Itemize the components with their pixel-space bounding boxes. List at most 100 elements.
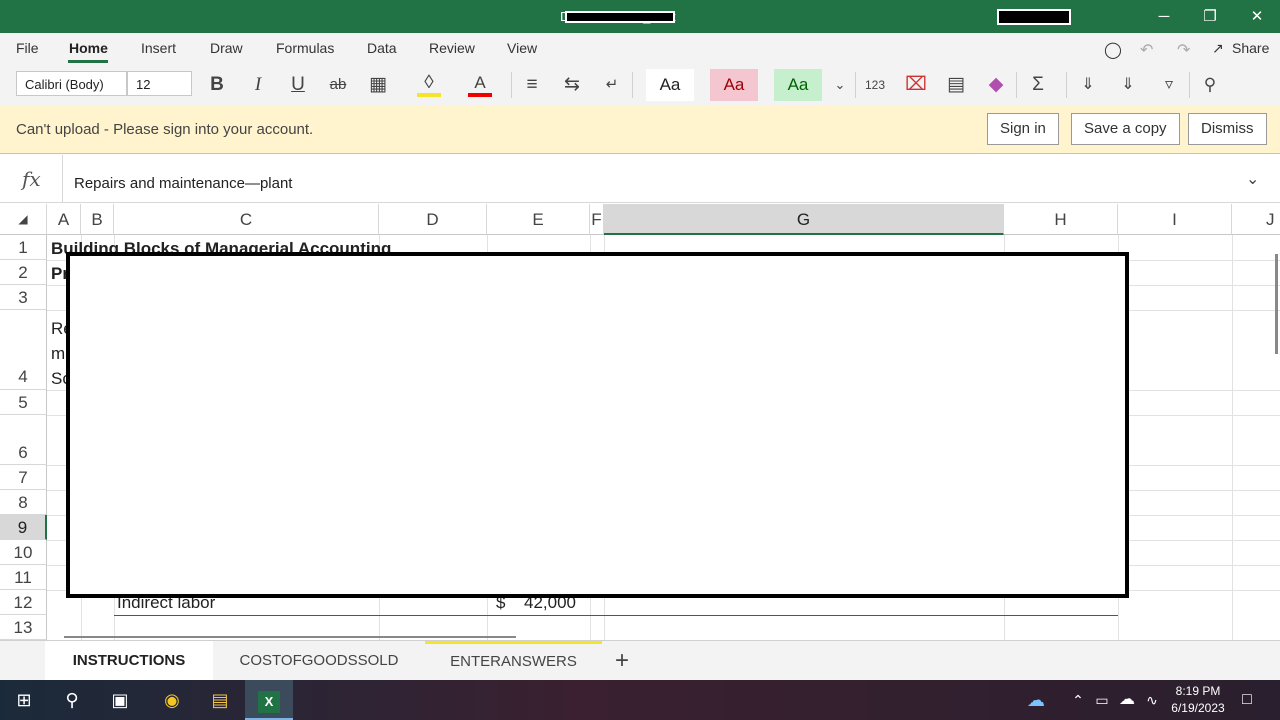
horizontal-scrollbar-thumb[interactable] — [64, 636, 516, 638]
notification-banner: Can't upload - Please sign into your acc… — [0, 105, 1280, 154]
column-header-c[interactable]: C — [114, 204, 379, 235]
align-icon[interactable]: ≡ — [520, 71, 544, 99]
style-good[interactable]: Aa — [774, 69, 822, 101]
merge-icon[interactable]: ⇆ — [560, 71, 584, 99]
battery-icon[interactable]: ▭ — [1092, 680, 1112, 720]
column-header-a[interactable]: A — [47, 204, 81, 235]
column-header-j[interactable]: J — [1232, 204, 1280, 235]
sheet-tab-instructions[interactable]: INSTRUCTIONS — [45, 641, 213, 681]
row-header-5[interactable]: 5 — [0, 390, 47, 415]
row-header-12[interactable]: 12 — [0, 590, 47, 615]
search-icon[interactable]: ⚲ — [54, 680, 90, 720]
task-view-icon[interactable]: ▣ — [102, 680, 138, 720]
font-size-select[interactable]: 12 — [127, 71, 192, 96]
wrap-text-icon[interactable]: ↵ — [600, 71, 624, 99]
cell-a4-line2[interactable]: m — [51, 344, 65, 364]
underline-button[interactable]: U — [286, 71, 310, 99]
column-header-d[interactable]: D — [379, 204, 487, 235]
share-button[interactable]: Share — [1232, 40, 1269, 56]
redaction-box — [66, 252, 1129, 598]
menu-draw[interactable]: Draw — [210, 40, 243, 56]
column-header-e[interactable]: E — [487, 204, 590, 235]
sort-ascending-icon[interactable]: ⇓ — [1076, 71, 1100, 99]
column-header-b[interactable]: B — [81, 204, 114, 235]
onedrive-icon[interactable]: ☁ — [1116, 680, 1138, 720]
windows-start-icon[interactable]: ⊞ — [6, 680, 42, 720]
row-header-4[interactable]: 4 — [0, 310, 47, 390]
menu-file[interactable]: File — [16, 40, 39, 56]
autosum-icon[interactable]: Σ — [1026, 71, 1050, 99]
clock-date: 6/19/2023 — [1171, 701, 1225, 715]
ribbon-separator — [632, 72, 633, 98]
column-header-g[interactable]: G — [604, 204, 1004, 235]
font-name-select[interactable]: Calibri (Body) — [16, 71, 127, 96]
chrome-icon[interactable]: ◉ — [152, 680, 192, 720]
sort-descending-icon[interactable]: ⇓ — [1116, 71, 1140, 99]
sheet-tab-enteranswers[interactable]: ENTERANSWERS — [425, 641, 602, 681]
number-format-icon[interactable]: 123 — [863, 71, 887, 99]
redo-icon[interactable]: ↷ — [1177, 40, 1190, 60]
italic-button[interactable]: I — [246, 71, 270, 99]
close-button[interactable]: ✕ — [1237, 4, 1277, 30]
excel-icon[interactable]: X — [245, 680, 293, 720]
menu-formulas[interactable]: Formulas — [276, 40, 334, 56]
lightbulb-icon[interactable]: ◯ — [1104, 40, 1122, 60]
row-header-10[interactable]: 10 — [0, 540, 47, 565]
minimize-button[interactable]: ─ — [1144, 4, 1184, 30]
borders-icon[interactable]: ▦ — [366, 71, 390, 99]
ribbon-separator — [1189, 72, 1190, 98]
wifi-icon[interactable]: ∿ — [1142, 680, 1162, 720]
tray-chevron-icon[interactable]: ⌃ — [1068, 680, 1088, 720]
ribbon-separator — [1016, 72, 1017, 98]
save-copy-button[interactable]: Save a copy — [1071, 113, 1180, 145]
menu-home[interactable]: Home — [69, 40, 108, 56]
row-header-3[interactable]: 3 — [0, 285, 47, 310]
formula-input[interactable]: Repairs and maintenance—plant — [74, 175, 292, 192]
file-explorer-icon[interactable]: ▤ — [200, 680, 240, 720]
find-icon[interactable]: ⚲ — [1198, 71, 1222, 99]
column-header-f[interactable]: F — [590, 204, 604, 235]
bold-button[interactable]: B — [205, 71, 229, 99]
add-sheet-button[interactable]: + — [606, 641, 638, 681]
clear-icon[interactable]: ◆ — [984, 71, 1008, 99]
vertical-scrollbar-thumb[interactable] — [1275, 254, 1278, 354]
weather-icon[interactable]: ☁ — [1020, 680, 1052, 720]
style-normal[interactable]: Aa — [646, 69, 694, 101]
font-color-icon[interactable]: A — [468, 71, 492, 97]
menu-review[interactable]: Review — [429, 40, 475, 56]
style-bad[interactable]: Aa — [710, 69, 758, 101]
sheet-tab-costofgoodssold[interactable]: COSTOFGOODSSOLD — [213, 641, 425, 681]
row-header-9[interactable]: 9 — [0, 515, 47, 540]
select-all-corner[interactable]: ◢ — [0, 204, 47, 235]
menu-insert[interactable]: Insert — [141, 40, 176, 56]
formula-bar: fx Repairs and maintenance—plant ⌄ — [0, 155, 1280, 203]
row-header-7[interactable]: 7 — [0, 465, 47, 490]
column-header-i[interactable]: I — [1118, 204, 1232, 235]
menu-data[interactable]: Data — [367, 40, 397, 56]
fill-color-icon[interactable]: ◊ — [417, 71, 441, 97]
styles-more-chevron-icon[interactable]: ⌄ — [830, 71, 850, 99]
expand-chevron-icon[interactable]: ⌄ — [1246, 169, 1259, 189]
restore-button[interactable]: ❐ — [1190, 4, 1230, 30]
column-header-h[interactable]: H — [1004, 204, 1118, 235]
row-header-6[interactable]: 6 — [0, 415, 47, 465]
row-header-1[interactable]: 1 — [0, 235, 47, 260]
format-cells-icon[interactable]: ▤ — [944, 71, 968, 99]
excel-logo: X — [258, 691, 280, 713]
row-header-2[interactable]: 2 — [0, 260, 47, 285]
delete-cells-icon[interactable]: ⌧ — [904, 71, 928, 99]
spreadsheet-grid[interactable]: ◢ A B C D E F G H I J 1 2 3 4 5 6 7 8 9 … — [0, 204, 1280, 640]
menu-view[interactable]: View — [507, 40, 537, 56]
undo-icon[interactable]: ↶ — [1140, 40, 1153, 60]
notifications-icon[interactable]: □ — [1236, 680, 1258, 720]
row-header-13[interactable]: 13 — [0, 615, 47, 640]
system-clock[interactable]: 8:19 PM 6/19/2023 — [1163, 683, 1233, 717]
dismiss-button[interactable]: Dismiss — [1188, 113, 1267, 145]
share-icon[interactable]: ↗ — [1212, 40, 1224, 57]
sign-in-button[interactable]: Sign in — [987, 113, 1059, 145]
filter-icon[interactable]: ▿ — [1157, 71, 1181, 99]
row-header-8[interactable]: 8 — [0, 490, 47, 515]
strikethrough-button[interactable]: ab — [326, 71, 350, 99]
row-header-11[interactable]: 11 — [0, 565, 47, 590]
gridline — [1232, 235, 1233, 640]
